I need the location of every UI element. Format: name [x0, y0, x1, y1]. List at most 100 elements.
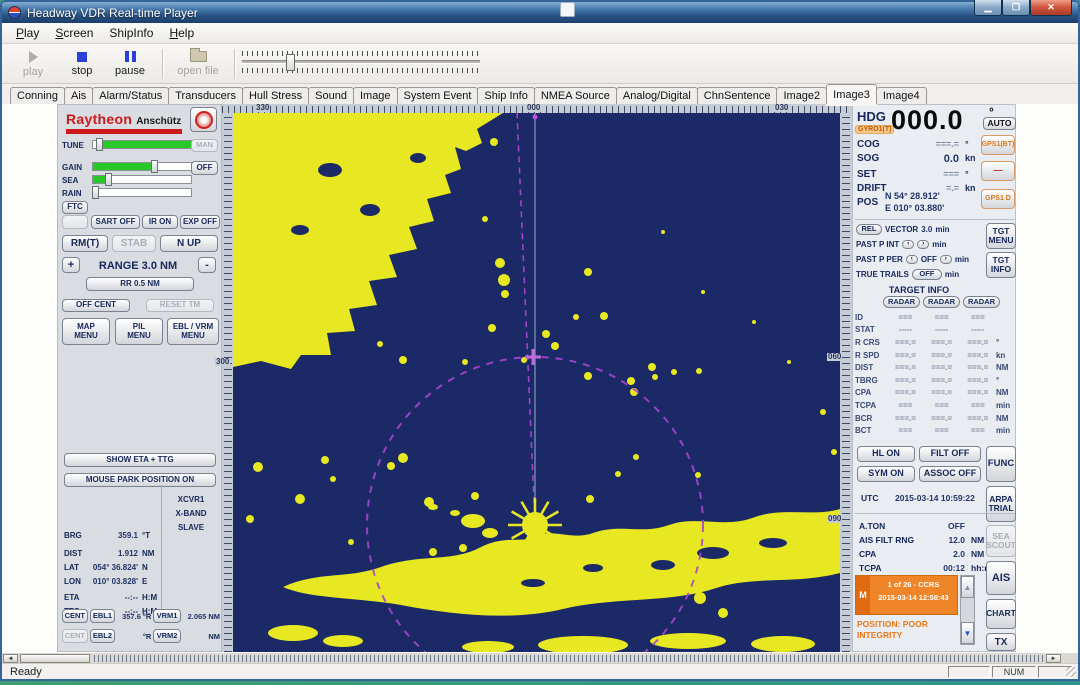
slider-rain-track[interactable] [92, 188, 192, 197]
north-up-button[interactable]: N UP [160, 235, 218, 252]
tab-hull-stress[interactable]: Hull Stress [242, 87, 309, 104]
vrm1-button[interactable]: VRM1 [153, 609, 180, 623]
playback-timeline[interactable] [242, 51, 480, 78]
trails-off-button[interactable]: OFF [912, 269, 942, 280]
minimize-button[interactable]: ▁ [974, 0, 1002, 16]
range-plus-button[interactable]: + [62, 257, 80, 273]
menu-help[interactable]: Help [161, 24, 202, 42]
range-ring-button[interactable]: RR 0.5 NM [86, 277, 194, 291]
radar-target-3-button[interactable]: RADAR [963, 296, 1000, 308]
stop-button[interactable]: stop [60, 48, 104, 80]
slider-gain-handle[interactable] [151, 160, 158, 173]
timeline-groove[interactable] [242, 60, 480, 64]
tab-image2[interactable]: Image2 [776, 87, 827, 104]
vrm2-button[interactable]: VRM2 [153, 629, 180, 643]
scroll-right-icon[interactable]: ► [1046, 654, 1061, 663]
mouse-park-button[interactable]: MOUSE PARK POSITION ON [64, 473, 216, 487]
ir-on-button[interactable]: IR ON [142, 215, 178, 229]
slider-sea-handle[interactable] [105, 173, 112, 186]
auto-button[interactable]: AUTO [983, 117, 1016, 130]
tab-nmea-source[interactable]: NMEA Source [534, 87, 617, 104]
slider-tune-handle[interactable] [96, 138, 103, 151]
tab-ship-info[interactable]: Ship Info [477, 87, 534, 104]
off-button[interactable]: OFF [191, 161, 218, 175]
tab-chnsentence[interactable]: ChnSentence [697, 87, 778, 104]
reset-tm-button[interactable]: RESET TM [146, 299, 214, 312]
tgt-info-button[interactable]: TGT INFO [986, 252, 1016, 278]
alarm-scroll-up-icon[interactable]: ▲ [961, 576, 974, 598]
tab-image3[interactable]: Image3 [826, 84, 877, 104]
scrollbar-track[interactable] [94, 655, 1044, 662]
ais-button[interactable]: AIS [986, 561, 1016, 595]
set-drift-source-button[interactable]: — [981, 161, 1015, 181]
rm-t-button[interactable]: RM(T) [62, 235, 108, 252]
sym-on-button[interactable]: SYM ON [857, 466, 915, 482]
arpa-trial-button[interactable]: ARPA TRIAL [986, 486, 1016, 522]
close-button[interactable]: ✕ [1030, 0, 1072, 16]
scroll-left-icon[interactable]: ◄ [3, 654, 18, 663]
tab-sound[interactable]: Sound [308, 87, 354, 104]
slider-sea-track[interactable] [92, 175, 192, 184]
resize-grip[interactable] [1066, 667, 1076, 677]
exp-off-button[interactable]: EXP OFF [180, 215, 220, 229]
tgt-menu-button[interactable]: TGT MENU [986, 223, 1016, 249]
tab-ais[interactable]: Ais [64, 87, 93, 104]
menu-screen[interactable]: Screen [47, 24, 101, 42]
menu-shipinfo[interactable]: ShipInfo [101, 24, 161, 42]
timeline-thumb[interactable] [286, 54, 295, 71]
ebl1-button[interactable]: EBL1 [90, 609, 116, 623]
past-per-dec-button[interactable]: ‹ [906, 255, 918, 264]
tx-button[interactable]: TX [986, 633, 1016, 651]
assoc-off-button[interactable]: ASSOC OFF [919, 466, 981, 482]
rel-button[interactable]: REL [856, 224, 882, 235]
titlebar[interactable]: Headway VDR Real-time Player [2, 2, 1078, 23]
cent2-button[interactable]: CENT [62, 629, 88, 643]
func-button[interactable]: FUNC [986, 446, 1016, 482]
ftc-button[interactable]: FTC [62, 201, 88, 214]
radar-screen[interactable] [233, 113, 840, 652]
range-minus-button[interactable]: - [198, 257, 216, 273]
alarm-scroll-down-icon[interactable]: ▼ [961, 622, 974, 644]
menu-play[interactable]: Play [8, 24, 47, 42]
slider-tune-track[interactable] [92, 140, 192, 149]
slider-gain-track[interactable] [92, 162, 192, 171]
unlabeled-button[interactable] [62, 215, 88, 229]
sea-scout-button[interactable]: SEA SCOUT [986, 525, 1016, 557]
tab-image4[interactable]: Image4 [876, 87, 927, 104]
cent1-button[interactable]: CENT [62, 609, 88, 623]
tab-conning[interactable]: Conning [10, 87, 65, 104]
radar-target-1-button[interactable]: RADAR [883, 296, 920, 308]
past-int-dec-button[interactable]: ‹ [902, 240, 914, 249]
stab-button[interactable]: STAB [112, 235, 156, 252]
interswitch-button[interactable] [190, 107, 217, 132]
slider-rain-handle[interactable] [92, 186, 99, 199]
tab-transducers[interactable]: Transducers [168, 87, 243, 104]
show-eta-ttg-button[interactable]: SHOW ETA + TTG [64, 453, 216, 467]
tab-analog-digital[interactable]: Analog/Digital [616, 87, 698, 104]
alarm-scrollbar[interactable]: ▲ ▼ [960, 575, 975, 645]
tab-system-event[interactable]: System Event [397, 87, 479, 104]
scrollbar-thumb[interactable] [20, 654, 90, 663]
filt-off-button[interactable]: FILT OFF [919, 446, 981, 462]
alarm-message-box[interactable]: M 1 of 26 - CCRS 2015-03-14 12:58:43 [855, 575, 958, 615]
horizontal-scrollbar[interactable]: ◄ ► [2, 652, 1078, 663]
ebl-vrm-menu-button[interactable]: EBL / VRM MENU [167, 318, 219, 345]
radar-target-2-button[interactable]: RADAR [923, 296, 960, 308]
past-int-inc-button[interactable]: › [917, 240, 929, 249]
ebl2-button[interactable]: EBL2 [90, 629, 116, 643]
off-cent-button[interactable]: OFF CENT [62, 299, 130, 312]
past-per-inc-button[interactable]: › [940, 255, 952, 264]
sart-off-button[interactable]: SART OFF [91, 215, 140, 229]
maximize-button[interactable]: ❐ [1002, 0, 1030, 16]
open-file-button[interactable]: open file [170, 48, 226, 80]
map-menu-button[interactable]: MAP MENU [62, 318, 110, 345]
chart-button[interactable]: CHART [986, 599, 1016, 629]
gps1-bt-button[interactable]: GPS1(BT) [981, 135, 1015, 155]
tab-image[interactable]: Image [353, 87, 398, 104]
pil-menu-button[interactable]: PIL MENU [115, 318, 163, 345]
gps1-d-button[interactable]: GPS1 D [981, 189, 1015, 209]
pause-button[interactable]: pause [106, 48, 154, 80]
hl-on-button[interactable]: HL ON [857, 446, 915, 462]
tab-alarm-status[interactable]: Alarm/Status [92, 87, 169, 104]
play-button[interactable]: play [12, 48, 54, 80]
